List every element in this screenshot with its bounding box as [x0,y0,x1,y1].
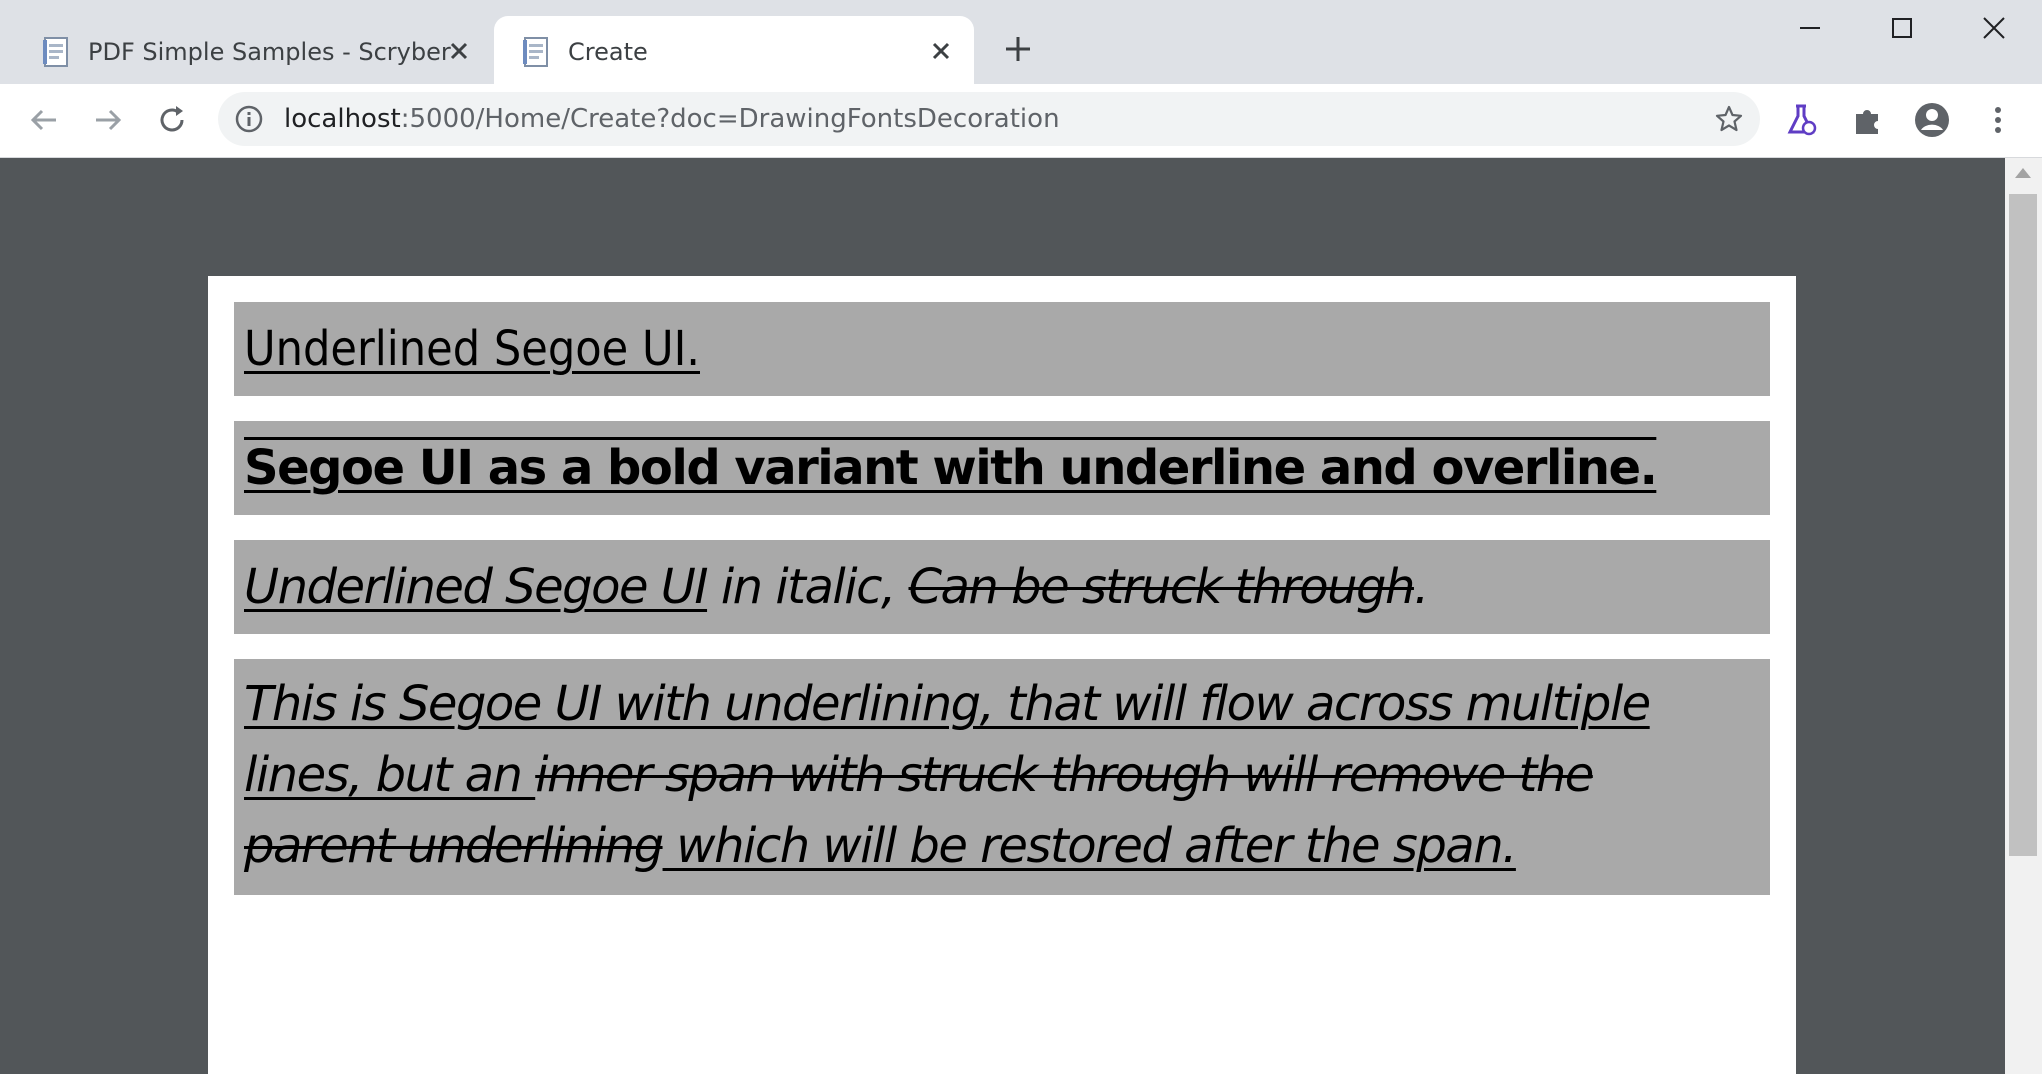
url-text[interactable]: localhost:5000/Home/Create?doc=DrawingFo… [284,92,1060,146]
scrollbar[interactable] [2005,158,2042,1074]
scroll-up-arrow-icon[interactable] [2015,168,2031,178]
account-icon[interactable] [1912,100,1952,140]
minimize-icon[interactable] [1790,8,1830,48]
multiline-line-3: parent underlining which will be restore… [244,811,1770,882]
address-bar[interactable]: localhost:5000/Home/Create?doc=DrawingFo… [218,92,1760,146]
star-icon[interactable] [1714,104,1744,134]
new-tab-icon[interactable] [1002,33,1034,65]
url-host: localhost [284,104,401,134]
url-path: :5000/Home/Create?doc=DrawingFontsDecora… [400,104,1060,134]
text-block-multiline: This is Segoe UI with underlining, that … [234,659,1770,895]
multiline-line-1: This is Segoe UI with underlining, that … [244,669,1770,740]
close-window-icon[interactable] [1974,8,2014,48]
close-icon[interactable] [928,38,954,64]
maximize-icon[interactable] [1882,8,1922,48]
bold-under-overline-text: Segoe UI as a bold variant with underlin… [244,440,1658,496]
arrow-left-icon[interactable] [24,100,64,140]
close-icon[interactable] [446,38,472,64]
italic-underlined-text: Underlined Segoe UI [244,559,709,615]
multiline-underlined-text: which will be restored after the span. [662,818,1517,874]
scroll-thumb[interactable] [2009,194,2037,856]
document-icon [43,37,68,67]
document-icon [523,37,548,67]
tab-create[interactable]: Create [494,16,974,84]
puzzle-icon[interactable] [1848,100,1888,140]
more-vert-icon[interactable] [1978,100,2018,140]
info-icon[interactable] [234,104,264,134]
tab-pdf-simple-samples[interactable]: PDF Simple Samples - Scryber [14,16,492,84]
tab-title: Create [568,38,648,66]
struck-through-text: Can be struck through [908,559,1415,615]
multiline-underlined-text: lines, but an [244,747,536,803]
multiline-struck-text: parent underlining [244,818,664,874]
multiline-struck-text: inner span with struck through will remo… [535,747,1594,803]
tab-strip: PDF Simple Samples - Scryber Create [0,0,2042,84]
arrow-right-icon[interactable] [88,100,128,140]
text-block-bold-under-overline: Segoe UI as a bold variant with underlin… [234,421,1770,515]
tab-title: PDF Simple Samples - Scryber [88,38,451,66]
pdf-page: Underlined Segoe UI. Segoe UI as a bold … [208,276,1796,1074]
flask-icon[interactable] [1782,100,1822,140]
reload-icon[interactable] [152,100,192,140]
multiline-underlined-text: This is Segoe UI with underlining, that … [244,676,1651,732]
italic-plain-text: in italic, [707,559,909,615]
multiline-line-2: lines, but an inner span with struck thr… [244,740,1770,811]
italic-end-text: . [1413,559,1429,615]
text-block-italic: Underlined Segoe UI in italic, Can be st… [234,540,1770,634]
browser-toolbar: localhost:5000/Home/Create?doc=DrawingFo… [0,84,2042,158]
text-block-underlined: Underlined Segoe UI. [234,302,1770,396]
underlined-text: Underlined Segoe UI. [244,321,700,377]
